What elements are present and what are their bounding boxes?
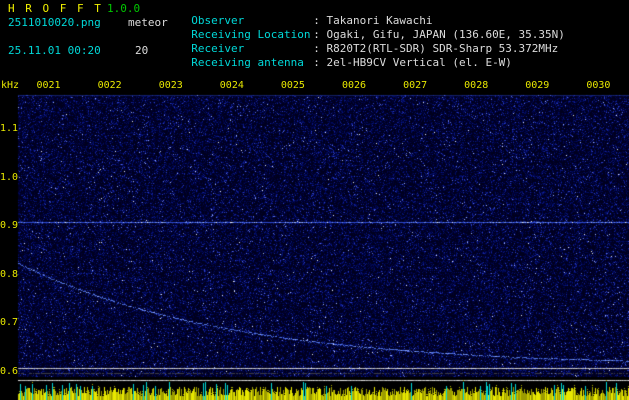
freq-tick-label: 1.1 [0, 123, 19, 134]
time-tick-label: 0022 [97, 80, 122, 91]
time-tick-label: 0024 [219, 80, 244, 91]
datetime: 25.11.01 00:20 [8, 44, 101, 57]
time-tick-label: 0021 [36, 80, 61, 91]
time-tick-label: 0025 [280, 80, 305, 91]
time-tick-label: 0026 [341, 80, 367, 91]
freq-axis: 1.1 1.0 0.9 0.8 0.7 0.6 [0, 0, 19, 400]
app-version: 1.0.0 [107, 2, 141, 15]
time-tick-label: 0023 [158, 80, 183, 91]
file-name: 2511010020.png [8, 16, 101, 29]
mode-label: meteor [128, 16, 168, 29]
info-label: Receiving antenna [191, 56, 304, 69]
minute-count: 20 [135, 44, 149, 57]
time-tick-label: 0030 [586, 80, 611, 91]
time-tick-label: 0028 [464, 80, 489, 91]
info-value: 2el-HB9CV Vertical (el. E-W) [313, 56, 512, 69]
freq-tick-label: 0.7 [0, 317, 19, 328]
freq-tick-label: 1.0 [0, 172, 19, 183]
freq-tick-label: 0.6 [0, 366, 19, 377]
freq-tick-label: 0.9 [0, 220, 19, 231]
time-tick-label: 0027 [403, 80, 428, 91]
freq-tick-label: 0.8 [0, 269, 19, 280]
time-axis: 0021 0022 0023 0024 0025 0026 0027 0028 0029 0030 [18, 80, 629, 91]
app-name: H R O F F T [8, 2, 103, 15]
info-row-antenna: Receiving antenna 2el-HB9CV Vertical (el.… [178, 45, 512, 69]
time-tick-label: 0029 [525, 80, 550, 91]
hrofft-window: { "header": { "app_name": "H R O F F T",… [0, 0, 629, 400]
